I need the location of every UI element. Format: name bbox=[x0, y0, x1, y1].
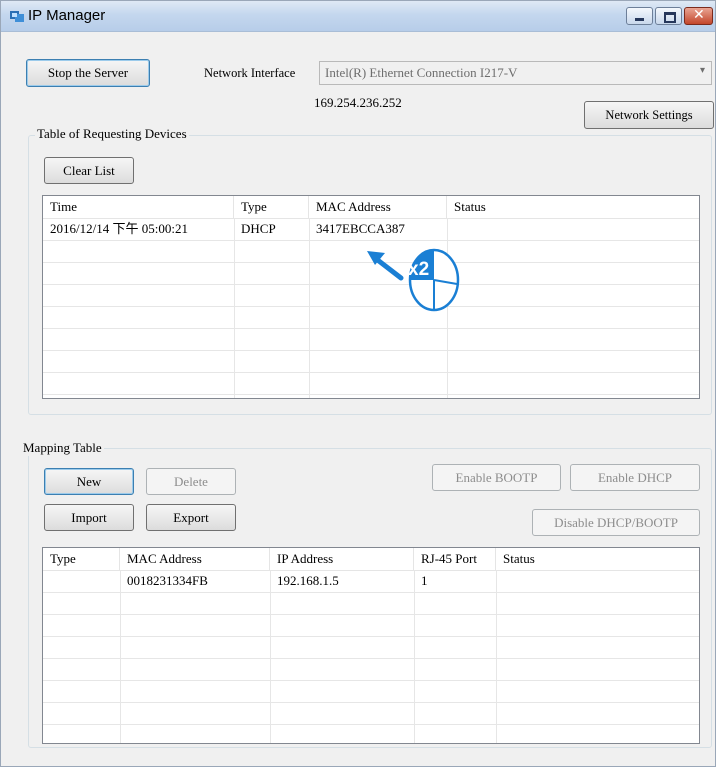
mac-address-cell: 3417EBCCA387 bbox=[316, 221, 405, 236]
new-button[interactable]: New bbox=[44, 468, 134, 495]
column-header-status[interactable]: Status bbox=[496, 548, 699, 570]
column-header-ip[interactable]: IP Address bbox=[270, 548, 414, 570]
enable-dhcp-button[interactable]: Enable DHCP bbox=[570, 464, 700, 491]
column-header-mac[interactable]: MAC Address bbox=[309, 196, 447, 218]
disable-dhcp-bootp-button[interactable]: Disable DHCP/BOOTP bbox=[532, 509, 700, 536]
delete-button[interactable]: Delete bbox=[146, 468, 236, 495]
mac-address-cell: 0018231334FB bbox=[127, 573, 208, 588]
window-title: IP Manager bbox=[28, 7, 106, 24]
ip-address-cell: 192.168.1.5 bbox=[277, 573, 339, 588]
column-header-status[interactable]: Status bbox=[447, 196, 699, 218]
table-row[interactable]: 0018231334FB 192.168.1.5 1 bbox=[43, 571, 699, 592]
network-settings-button[interactable]: Network Settings bbox=[584, 101, 714, 129]
minimize-icon bbox=[635, 18, 644, 21]
chevron-down-icon: ▾ bbox=[699, 65, 705, 76]
column-header-mac[interactable]: MAC Address bbox=[120, 548, 270, 570]
network-interface-value: Intel(R) Ethernet Connection I217-V bbox=[325, 65, 518, 80]
ip-manager-window: IP Manager ✕ Stop the Server Network Int… bbox=[0, 0, 716, 767]
rj45-port-cell: 1 bbox=[421, 573, 428, 588]
requesting-devices-title: Table of Requesting Devices bbox=[35, 126, 189, 142]
table-row[interactable]: 2016/12/14 下午 05:00:21 DHCP 3417EBCCA387 bbox=[43, 219, 699, 240]
title-bar[interactable]: IP Manager ✕ bbox=[1, 1, 715, 32]
mapping-table[interactable]: Type MAC Address IP Address RJ-45 Port S… bbox=[42, 547, 700, 744]
type-cell: DHCP bbox=[241, 221, 276, 236]
network-interface-select[interactable]: Intel(R) Ethernet Connection I217-V ▾ bbox=[319, 61, 712, 85]
maximize-button[interactable] bbox=[655, 7, 682, 25]
maximize-icon bbox=[664, 12, 676, 23]
mapping-table-title: Mapping Table bbox=[21, 440, 104, 456]
double-click-label: x2 bbox=[408, 259, 430, 280]
table-header: Time Type MAC Address Status bbox=[43, 196, 699, 219]
time-cell: 2016/12/14 下午 05:00:21 bbox=[50, 221, 188, 236]
minimize-button[interactable] bbox=[626, 7, 653, 25]
column-header-type[interactable]: Type bbox=[234, 196, 309, 218]
double-click-mouse-icon bbox=[367, 248, 460, 312]
network-interface-label: Network Interface bbox=[204, 66, 296, 80]
column-header-rj45[interactable]: RJ-45 Port bbox=[414, 548, 496, 570]
column-header-type[interactable]: Type bbox=[43, 548, 120, 570]
stop-server-button[interactable]: Stop the Server bbox=[26, 59, 150, 87]
import-button[interactable]: Import bbox=[44, 504, 134, 531]
export-button[interactable]: Export bbox=[146, 504, 236, 531]
app-icon bbox=[10, 11, 24, 22]
clear-list-button[interactable]: Clear List bbox=[44, 157, 134, 184]
column-header-time[interactable]: Time bbox=[43, 196, 234, 218]
table-header: Type MAC Address IP Address RJ-45 Port S… bbox=[43, 548, 699, 571]
server-ip-address: 169.254.236.252 bbox=[314, 95, 402, 110]
enable-bootp-button[interactable]: Enable BOOTP bbox=[432, 464, 561, 491]
close-icon: ✕ bbox=[693, 7, 705, 23]
close-button[interactable]: ✕ bbox=[684, 7, 713, 25]
